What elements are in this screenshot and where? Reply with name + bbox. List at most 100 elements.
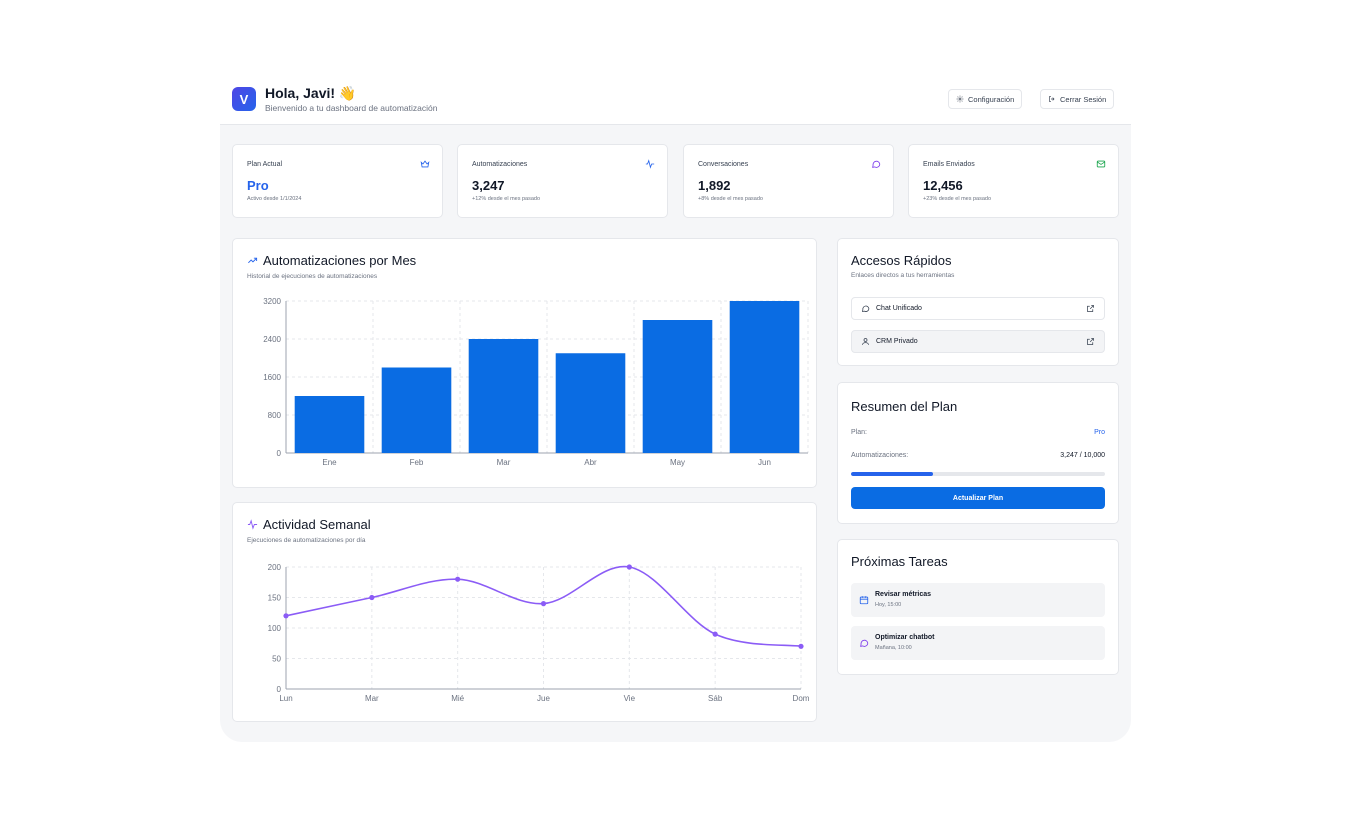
stat-card-plan: Plan Actual Pro Activo desde 1/1/2024 (232, 144, 443, 218)
chat-icon (872, 160, 881, 168)
tasks-card: Próximas Tareas Revisar métricas Hoy, 15… (837, 539, 1119, 675)
y-tick-label: 200 (268, 563, 282, 572)
weekly-chart-subtitle: Ejecuciones de automatizaciones por día (247, 537, 366, 544)
top-header: V Hola, Javi! 👋 Bienvenido a tu dashboar… (220, 78, 1131, 125)
y-tick-label: 1600 (263, 373, 281, 382)
chat-icon (860, 639, 869, 647)
quick-link-crm[interactable]: CRM Privado (851, 330, 1105, 353)
stat-value: 1,892 (698, 178, 731, 193)
plan-label: Plan: (851, 429, 867, 436)
external-link-icon (1087, 338, 1094, 345)
calendar-icon (859, 596, 869, 605)
x-tick-label: Jue (537, 694, 550, 703)
plan-summary-title: Resumen del Plan (851, 399, 958, 414)
activity-icon (247, 519, 258, 530)
x-tick-label: Jun (758, 458, 771, 467)
monthly-chart-subtitle: Historial de ejecuciones de automatizaci… (247, 273, 378, 280)
task-time: Mañana, 10:00 (875, 645, 912, 651)
bar (729, 301, 800, 453)
x-tick-label: Vie (624, 694, 636, 703)
plan-row: Plan: Pro (851, 429, 1105, 436)
app-logo: V (232, 87, 256, 111)
x-tick-label: Lun (279, 694, 292, 703)
stat-label: Plan Actual (247, 161, 283, 168)
y-tick-label: 100 (268, 624, 282, 633)
logout-icon (1049, 96, 1055, 102)
activity-icon (645, 159, 655, 169)
y-tick-label: 800 (268, 411, 282, 420)
data-point (455, 576, 461, 582)
data-point (369, 594, 375, 601)
monthly-bar-chart: 0 800 1600 2400 3200 Ene Feb Mar Abr May Jun (263, 297, 809, 467)
dashboard-app: V Hola, Javi! 👋 Bienvenido a tu dashboar… (220, 78, 1131, 742)
data-point (540, 601, 547, 607)
stat-value: 3,247 (472, 178, 505, 193)
chat-icon (862, 305, 870, 312)
greeting-subtitle: Bienvenido a tu dashboard de automatizac… (265, 103, 438, 113)
logout-button[interactable]: Cerrar Sesión (1040, 89, 1115, 109)
gear-icon (956, 95, 964, 103)
x-tick-label: Ene (322, 458, 337, 467)
y-tick-label: 150 (268, 594, 282, 603)
weekly-chart-title: Actividad Semanal (247, 517, 371, 532)
task-item[interactable]: Optimizar chatbot Mañana, 10:00 (851, 626, 1105, 660)
y-tick-label: 2400 (263, 335, 281, 344)
external-link-icon (1087, 305, 1094, 312)
stat-label: Conversaciones (698, 161, 749, 168)
tasks-title: Próximas Tareas (851, 554, 948, 569)
task-title: Optimizar chatbot (875, 634, 935, 641)
task-time: Hoy, 15:00 (875, 602, 902, 608)
trending-up-icon (248, 257, 258, 264)
data-point (626, 564, 632, 570)
bar (555, 353, 626, 453)
stat-sub: +12% desde el mes pasado (472, 196, 541, 202)
plan-summary-card: Resumen del Plan Plan: Pro Automatizacio… (837, 382, 1119, 524)
monthly-title-text: Automatizaciones por Mes (263, 253, 417, 268)
mail-icon (1096, 160, 1106, 168)
quick-access-card: Accesos Rápidos Enlaces directos a tus h… (837, 238, 1119, 366)
task-title: Revisar métricas (875, 591, 932, 598)
bar (294, 396, 365, 453)
weekly-line-chart: 0 50 100 150 200 Lun Mar Mié Jue Vie Sáb Dom (268, 563, 810, 703)
user-icon (862, 338, 869, 345)
x-tick-label: Feb (410, 458, 424, 467)
y-tick-label: 3200 (263, 297, 281, 306)
y-tick-label: 0 (277, 685, 282, 694)
usage-row: Automatizaciones: 3,247 / 10,000 (851, 452, 1105, 459)
y-tick-label: 50 (272, 655, 281, 664)
monthly-chart-title: Automatizaciones por Mes (247, 253, 416, 268)
bar (468, 339, 539, 453)
bar (381, 367, 452, 453)
bar (642, 320, 713, 453)
settings-button[interactable]: Configuración (948, 89, 1023, 109)
usage-progress-fill (851, 472, 934, 476)
quick-link-chat[interactable]: Chat Unificado (851, 297, 1105, 320)
x-tick-label: May (670, 458, 685, 467)
crown-icon (420, 160, 430, 168)
upgrade-plan-button[interactable]: Actualizar Plan (851, 487, 1105, 509)
task-item[interactable]: Revisar métricas Hoy, 15:00 (851, 583, 1105, 617)
stat-label: Emails Enviados (923, 161, 975, 168)
stat-sub: Activo desde 1/1/2024 (247, 196, 302, 202)
usage-progress-bar (851, 472, 1105, 476)
logout-label: Cerrar Sesión (1060, 94, 1107, 104)
stat-value: Pro (247, 178, 269, 193)
usage-value: 3,247 / 10,000 (1060, 452, 1105, 459)
weekly-title-text: Actividad Semanal (263, 517, 371, 532)
weekly-chart-card: Actividad Semanal Ejecuciones de automat… (232, 502, 817, 722)
stat-label: Automatizaciones (472, 161, 528, 168)
x-tick-label: Abr (584, 458, 597, 467)
plan-value: Pro (1094, 429, 1105, 436)
data-point (712, 631, 718, 637)
usage-label: Automatizaciones: (851, 452, 909, 459)
stat-card-emails: Emails Enviados 12,456 +23% desde el mes… (908, 144, 1119, 218)
stat-card-conversations: Conversaciones 1,892 +8% desde el mes pa… (683, 144, 894, 218)
quick-link-label: Chat Unificado (876, 305, 922, 312)
quick-access-title: Accesos Rápidos (851, 253, 952, 268)
quick-access-subtitle: Enlaces directos a tus herramientas (851, 272, 955, 279)
stat-sub: +23% desde el mes pasado (923, 196, 992, 202)
stat-value: 12,456 (923, 178, 963, 193)
x-tick-label: Dom (793, 694, 810, 703)
data-point (798, 643, 804, 649)
settings-label: Configuración (968, 94, 1015, 104)
